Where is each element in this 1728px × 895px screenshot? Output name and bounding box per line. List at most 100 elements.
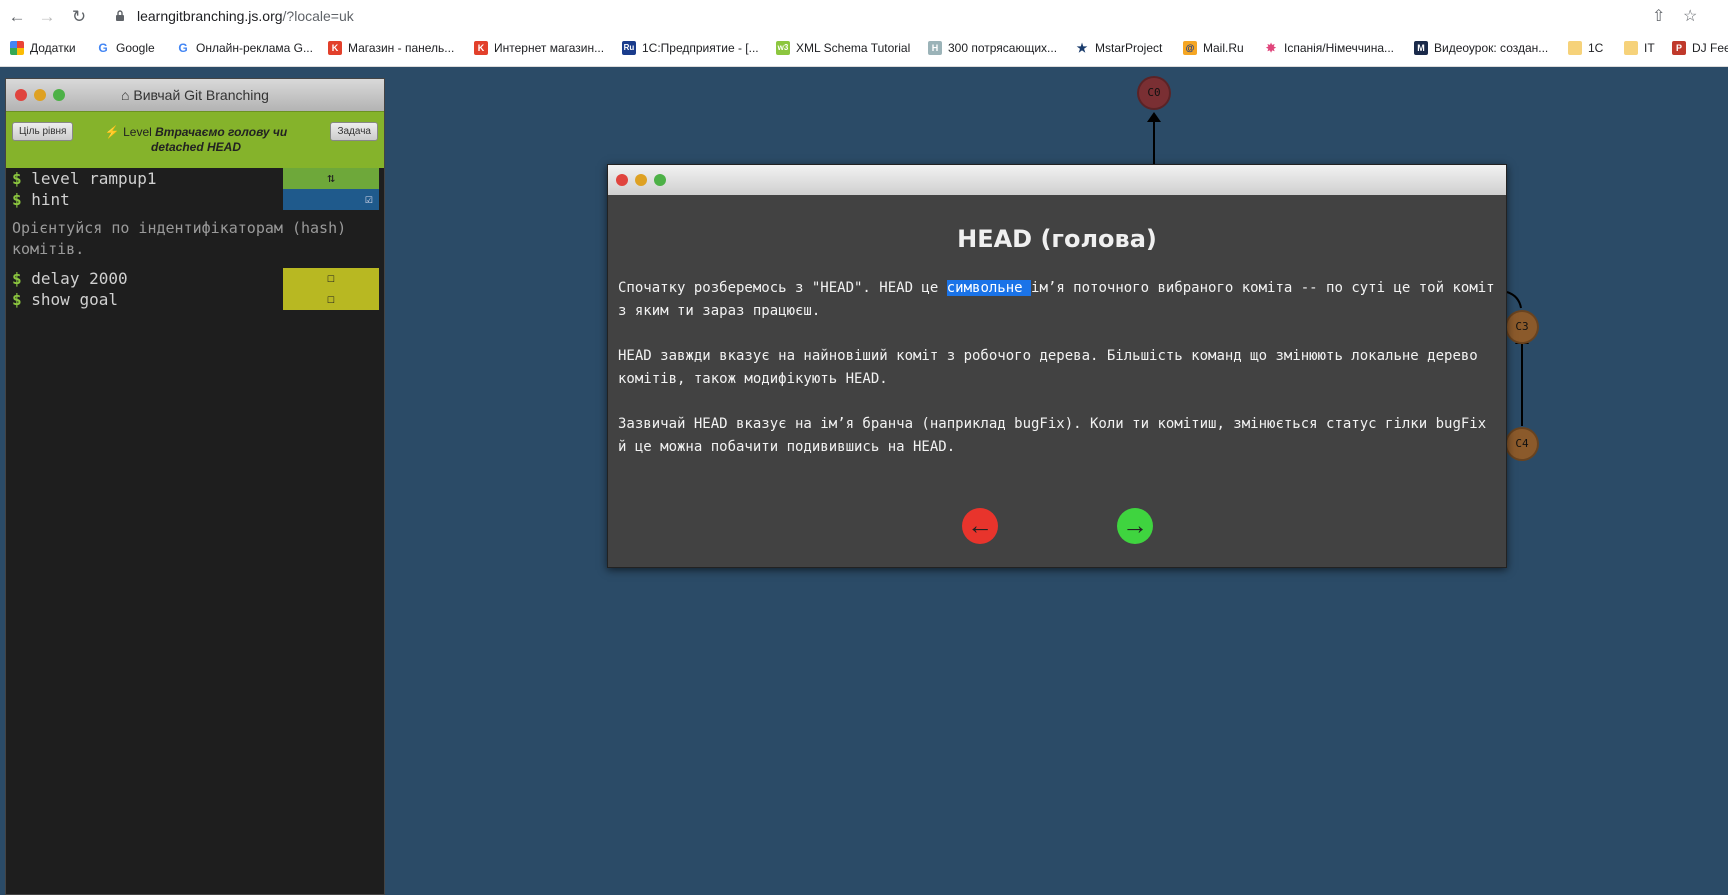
bookmark-mailru[interactable]: @ Mail.Ru (1183, 36, 1244, 60)
dialog-titlebar (608, 165, 1506, 195)
star-icon: ✸ (1264, 41, 1278, 55)
bookmark-folder-it[interactable]: IT (1624, 36, 1655, 60)
apps-grid-icon (10, 41, 24, 55)
bookmarks-bar: Додатки G Google G Онлайн-реклама G... K Ма… (0, 36, 1728, 60)
dialog-paragraph: HEAD завжди вказує на найновіший коміт з… (618, 348, 1478, 387)
bookmark-label: Mail.Ru (1203, 41, 1244, 55)
bookmark-apps[interactable]: Додатки (10, 36, 76, 60)
p-icon: P (1672, 41, 1686, 55)
close-dot-icon[interactable] (15, 89, 27, 101)
bookmark-shop-panel[interactable]: K Магазин - панель... (328, 36, 454, 60)
minimize-dot-icon[interactable] (635, 174, 647, 186)
terminal-panel: ⌂ Вивчай Git Branching Ціль рівня ⚡ Leve… (5, 78, 385, 895)
level-prefix: Level (123, 125, 152, 139)
command-text: level rampup1 (31, 169, 157, 188)
panel-titlebar: ⌂ Вивчай Git Branching (6, 79, 384, 111)
level-name: Втрачаємо голову чи detached HEAD (150, 125, 288, 154)
bookmark-label: Додатки (30, 41, 76, 55)
selected-text: символьне (946, 280, 1032, 296)
bookmark-label: DJ Fee (1692, 41, 1728, 55)
goal-button[interactable]: Ціль рівня (12, 122, 74, 141)
checked-icon: ☑ (283, 189, 379, 210)
graph-edge (1153, 118, 1155, 164)
google-icon: G (176, 41, 190, 55)
checkbox-icon: ☐ (283, 289, 379, 310)
command-text: hint (31, 190, 70, 209)
checkbox-icon: ☐ (283, 268, 379, 289)
bookmark-google[interactable]: G Google (96, 36, 155, 60)
arrow-left-icon[interactable]: ← (962, 508, 998, 544)
level-title: ⚡ Level Втрачаємо голову чи detached HEA… (96, 125, 296, 155)
dialog-paragraph: Спочатку розберемось з "HEAD". HEAD це с… (608, 277, 1506, 323)
address-bar[interactable]: learngitbranching.js.org/?locale=uk (137, 5, 354, 27)
commit-node[interactable]: C3 (1505, 310, 1539, 344)
maximize-dot-icon[interactable] (53, 89, 65, 101)
dialog-heading: HEAD (голова) (957, 225, 1157, 253)
k-icon: K (328, 41, 342, 55)
bookmark-internet-shop[interactable]: K Интернет магазин... (474, 36, 604, 60)
google-icon: G (96, 41, 110, 55)
bookmark-label: Онлайн-реклама G... (196, 41, 313, 55)
bookmark-label: IT (1644, 41, 1655, 55)
browser-chrome: ← → ↻ learngitbranching.js.org/?locale=u… (0, 0, 1728, 67)
panel-title: Вивчай Git Branching (133, 87, 269, 103)
maximize-dot-icon[interactable] (654, 174, 666, 186)
bookmark-label: 1С:Предприятие - [... (642, 41, 759, 55)
bookmark-label: Іспанія/Німеччина... (1284, 41, 1394, 55)
bookmark-300[interactable]: H 300 потрясающих... (928, 36, 1057, 60)
bookmark-mstar[interactable]: ★ MstarProject (1075, 36, 1162, 60)
bookmark-xml[interactable]: w3 XML Schema Tutorial (776, 36, 910, 60)
bookmark-videolesson[interactable]: M Видеоурок: создан... (1414, 36, 1548, 60)
minimize-dot-icon[interactable] (34, 89, 46, 101)
command-line: $ level rampup1 ⇅ (6, 168, 384, 189)
commit-node[interactable]: C4 (1505, 427, 1539, 461)
bookmark-label: Google (116, 41, 155, 55)
bookmark-label: 300 потрясающих... (948, 41, 1058, 55)
folder-icon (1624, 41, 1638, 55)
close-dot-icon[interactable] (616, 174, 628, 186)
bookmark-label: Магазин - панель... (348, 41, 455, 55)
folder-icon (1568, 41, 1582, 55)
intro-dialog: HEAD (голова) Спочатку розберемось з "HE… (607, 164, 1507, 568)
prompt-symbol: $ (12, 190, 22, 209)
home-icon: ⌂ (121, 87, 130, 103)
command-text: delay 2000 (31, 269, 128, 288)
prompt-symbol: $ (12, 169, 22, 188)
lightning-icon: ⚡ (104, 125, 120, 139)
bookmark-djfee[interactable]: P DJ Fee (1672, 36, 1728, 60)
at-icon: @ (1183, 41, 1197, 55)
url-host: learngitbranching.js.org (137, 8, 283, 24)
graph-edge (1521, 340, 1523, 426)
bookmark-star-icon[interactable]: ☆ (1683, 6, 1697, 28)
back-arrow-icon[interactable]: ← (6, 6, 28, 28)
m-icon: M (1414, 41, 1428, 55)
bookmark-label: Видеоурок: создан... (1434, 41, 1549, 55)
h-icon: H (928, 41, 942, 55)
arrow-right-icon[interactable]: → (1117, 508, 1153, 544)
bookmark-label: Интернет магазин... (494, 41, 605, 55)
prompt-symbol: $ (12, 290, 22, 309)
bookmark-folder-1c[interactable]: 1С (1568, 36, 1603, 60)
url-path: /?locale=uk (282, 8, 354, 24)
ru-icon: Ru (622, 41, 636, 55)
reload-icon[interactable]: ↻ (68, 6, 90, 28)
hint-output: Орієнтуйся по індентифікаторам (hash) ко… (12, 219, 347, 258)
graph-curve (1506, 291, 1522, 309)
command-line: $ delay 2000 ☐ (6, 268, 384, 289)
command-text: show goal (31, 290, 118, 309)
task-button[interactable]: Задача (330, 122, 378, 141)
bookmark-1c[interactable]: Ru 1С:Предприятие - [... (622, 36, 759, 60)
forward-arrow-icon[interactable]: → (36, 6, 58, 28)
dialog-paragraph: Зазвичай HEAD вказує на ім’я бранча (нап… (618, 416, 1487, 455)
refresh-icon: ⇅ (283, 168, 379, 189)
lock-icon[interactable] (115, 10, 125, 21)
browser-toolbar: ← → ↻ learngitbranching.js.org/?locale=u… (0, 0, 1728, 34)
commit-node[interactable]: C0 (1137, 76, 1171, 110)
bookmark-label: XML Schema Tutorial (796, 41, 911, 55)
share-icon[interactable]: ⇧ (1652, 6, 1665, 28)
bookmark-spain[interactable]: ✸ Іспанія/Німеччина... (1264, 36, 1394, 60)
bookmark-label: 1С (1588, 41, 1604, 55)
bookmark-online-ads[interactable]: G Онлайн-реклама G... (176, 36, 313, 60)
command-line: $ show goal ☐ (6, 289, 384, 310)
arrowhead-icon (1147, 112, 1161, 122)
